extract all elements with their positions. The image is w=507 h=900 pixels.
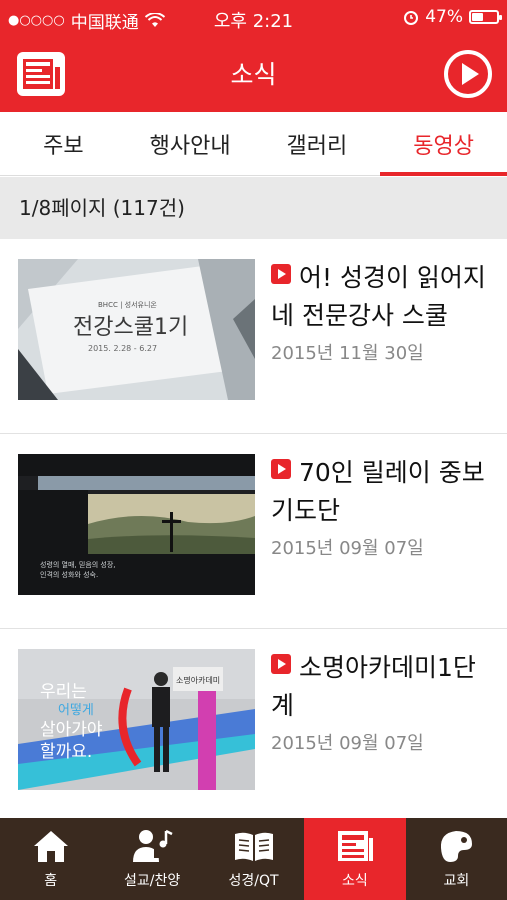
- list-item[interactable]: 소명아카데미 우리는 어떻게 살아가야 할까요. 소명아카데미1단계 2015년…: [0, 629, 507, 824]
- bottom-tab-church[interactable]: 교회: [406, 818, 507, 900]
- alarm-icon: [404, 11, 419, 25]
- video-title[interactable]: 소명아카데미1단계: [271, 649, 497, 725]
- page-title: 소식: [230, 60, 277, 89]
- home-icon: [33, 831, 68, 862]
- battery-icon: [469, 10, 502, 24]
- page-count-label: 1/8페이지 (117건): [0, 177, 507, 239]
- video-list: BHCC | 성서유니온 전강스쿨1기 2015. 2.28 - 6.27 어!…: [0, 239, 507, 824]
- bottom-tab-label: 교회: [443, 873, 470, 889]
- video-title-text: 70인 릴레이 중보기도단: [271, 458, 485, 525]
- category-tabs: 주보 행사안내 갤러리 동영상: [0, 112, 507, 176]
- tab-events[interactable]: 행사안내: [127, 112, 254, 175]
- bottom-tab-label: 성경/QT: [228, 873, 279, 889]
- status-bar: ●○○○○ 中国联通 오후 2:21 47%: [0, 0, 507, 36]
- video-thumbnail[interactable]: 소명아카데미 우리는 어떻게 살아가야 할까요.: [18, 649, 255, 790]
- video-title-text: 어! 성경이 읽어지네 전문강사 스쿨: [271, 263, 486, 330]
- thumb-top-text: BHCC | 성서유니온: [98, 300, 157, 309]
- video-date: 2015년 11월 30일: [271, 343, 424, 364]
- bottom-tab-news[interactable]: 소식: [304, 818, 406, 900]
- battery-percent: 47%: [425, 7, 463, 27]
- video-play-icon: [271, 264, 291, 284]
- video-date: 2015년 09월 07일: [271, 733, 424, 754]
- bottom-tab-label: 소식: [342, 873, 368, 889]
- video-thumbnail[interactable]: BHCC | 성서유니온 전강스쿨1기 2015. 2.28 - 6.27: [18, 259, 255, 400]
- bottom-tab-label: 홈: [44, 873, 58, 889]
- bottom-tab-label: 설교/찬양: [123, 873, 181, 889]
- tab-gallery[interactable]: 갤러리: [254, 112, 381, 175]
- news-icon: [337, 831, 373, 861]
- list-item[interactable]: 성령의 열매, 믿음의 성장, 인격의 성화와 성숙. 70인 릴레이 중보기도…: [0, 434, 507, 629]
- tab-bulletin[interactable]: 주보: [0, 112, 127, 175]
- thumb-line-3: 살아가야: [40, 720, 103, 740]
- thumb-caption-1: 성령의 열매, 믿음의 성장,: [40, 560, 116, 569]
- thumb-date-text: 2015. 2.28 - 6.27: [88, 344, 157, 353]
- thumb-title-text: 전강스쿨1기: [73, 315, 188, 340]
- video-play-icon: [271, 654, 291, 674]
- play-circle-icon[interactable]: [443, 49, 493, 99]
- bottom-tab-bar: 홈 설교/찬양 성경/QT 소식 교회: [0, 818, 507, 900]
- thumb-sign-text: 소명아카데미: [176, 675, 220, 685]
- video-title[interactable]: 어! 성경이 읽어지네 전문강사 스쿨: [271, 259, 497, 335]
- bottom-tab-sermon[interactable]: 설교/찬양: [101, 818, 202, 900]
- church-icon: [441, 831, 473, 862]
- list-item[interactable]: BHCC | 성서유니온 전강스쿨1기 2015. 2.28 - 6.27 어!…: [0, 239, 507, 434]
- thumb-line-2: 어떻게: [58, 703, 94, 718]
- bible-icon: [234, 832, 273, 861]
- video-title[interactable]: 70인 릴레이 중보기도단: [271, 454, 497, 530]
- video-date: 2015년 09월 07일: [271, 538, 424, 559]
- thumb-line-4: 할까요.: [40, 742, 92, 762]
- thumb-caption-2: 인격의 성화와 성숙.: [40, 570, 98, 579]
- tab-videos[interactable]: 동영상: [380, 112, 507, 176]
- thumb-line-1: 우리는: [40, 682, 87, 702]
- bottom-tab-bible[interactable]: 성경/QT: [203, 818, 304, 900]
- video-thumbnail[interactable]: 성령의 열매, 믿음의 성장, 인격의 성화와 성숙.: [18, 454, 255, 595]
- video-title-text: 소명아카데미1단계: [271, 653, 476, 720]
- video-play-icon: [271, 459, 291, 479]
- sermon-music-icon: [133, 829, 173, 862]
- bottom-tab-home[interactable]: 홈: [0, 818, 101, 900]
- navigation-bar: 소식: [0, 36, 507, 112]
